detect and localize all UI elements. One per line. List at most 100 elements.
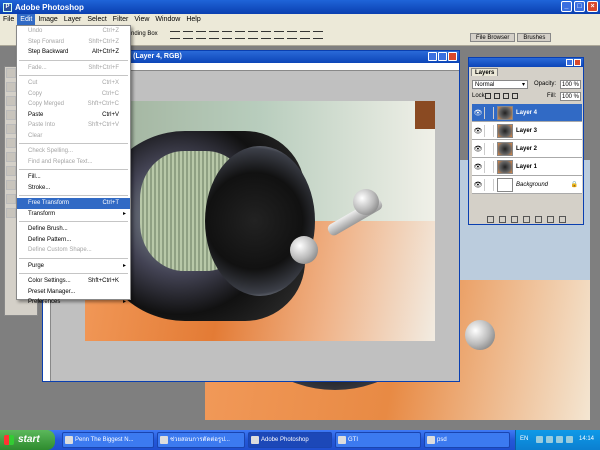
lock-pixels-icon[interactable] [494,93,500,99]
align-icon[interactable] [170,31,180,39]
layer-link-icon[interactable] [484,106,494,119]
link-icon[interactable] [486,215,494,223]
menu-item-cut[interactable]: Cut Ctrl+X [17,78,130,89]
tray-app-icon[interactable] [546,436,553,443]
blur-tool-icon[interactable] [6,152,16,162]
trash-icon[interactable] [558,215,566,223]
lasso-tool-icon[interactable] [6,82,16,92]
menu-item-fade[interactable]: Fade... Shft+Ctrl+F [17,63,130,74]
bounding-box-label[interactable]: nding Box [131,31,158,37]
layer-row[interactable]: 👁 Layer 4 [472,104,582,122]
stamp-tool-icon[interactable] [6,124,16,134]
eye-icon[interactable]: 👁 [472,163,484,171]
crop-tool-icon[interactable] [6,96,16,106]
layer-link-icon[interactable] [484,160,494,173]
eye-icon[interactable]: 👁 [472,181,484,189]
menu-item-paste[interactable]: Paste Ctrl+V [17,110,130,121]
blend-mode-select[interactable]: Normal ▾ [472,80,528,89]
fill-input[interactable]: 100 % [560,92,581,101]
distribute-icon[interactable] [274,31,284,39]
marquee-tool-icon[interactable] [6,68,16,78]
lock-position-icon[interactable] [503,93,509,99]
hand-tool-icon[interactable] [6,208,16,218]
menu-help[interactable]: Help [183,14,203,26]
taskbar-button-psd[interactable]: psd [424,432,510,448]
tray-app-icon[interactable] [566,436,573,443]
taskbar-button-tutorial[interactable]: ช่วยสอนการตัดต่อรูป... [157,432,245,448]
menu-item-step-backward[interactable]: Step Backward Alt+Ctrl+Z [17,47,130,58]
close-button[interactable]: × [587,1,598,12]
doc-minimize-button[interactable] [428,52,437,61]
layer-link-icon[interactable] [484,178,494,191]
distribute-icon[interactable] [287,31,297,39]
layer-row[interactable]: 👁 Background 🔒 [472,176,582,194]
distribute-icon[interactable] [248,31,258,39]
distribute-icon[interactable] [261,31,271,39]
tray-app-icon[interactable] [536,436,543,443]
menu-item-define-custom-shape[interactable]: Define Custom Shape... [17,245,130,256]
layer-style-icon[interactable] [498,215,506,223]
maximize-button[interactable]: □ [574,1,585,12]
menu-item-undo[interactable]: Undo Ctrl+Z [17,26,130,37]
tray-app-icon[interactable] [556,436,563,443]
opacity-input[interactable]: 100 % [560,80,581,89]
menu-item-step-forward[interactable]: Step Forward Shft+Ctrl+Z [17,37,130,48]
folder-icon[interactable] [522,215,530,223]
adjustment-layer-icon[interactable] [534,215,542,223]
align-icon[interactable] [222,31,232,39]
menu-item-fill[interactable]: Fill... [17,172,130,183]
eye-icon[interactable]: 👁 [472,127,484,135]
language-indicator[interactable]: EN [520,436,528,442]
palette-close-button[interactable] [574,59,581,66]
menu-item-clear[interactable]: Clear [17,131,130,142]
start-button[interactable]: start [0,430,55,450]
eraser-tool-icon[interactable] [6,138,16,148]
doc-close-button[interactable] [448,52,457,61]
menu-item-check-spelling[interactable]: Check Spelling... [17,146,130,157]
new-layer-icon[interactable] [546,215,554,223]
menu-item-preset-manager[interactable]: Preset Manager... [17,287,130,298]
app-titlebar[interactable]: P Adobe Photoshop _ □ × [0,0,600,14]
menu-item-purge[interactable]: Purge ▸ [17,261,130,272]
lock-all-icon[interactable] [512,93,518,99]
layer-link-icon[interactable] [484,124,494,137]
menu-item-copy[interactable]: Copy Ctrl+C [17,89,130,100]
menu-item-define-brush[interactable]: Define Brush... [17,224,130,235]
path-select-tool-icon[interactable] [6,166,16,176]
layer-row[interactable]: 👁 Layer 1 [472,158,582,176]
minimize-button[interactable]: _ [561,1,572,12]
menu-item-define-pattern[interactable]: Define Pattern... [17,235,130,246]
lock-transparency-icon[interactable] [485,93,491,99]
menu-item-find-and-replace-text[interactable]: Find and Replace Text... [17,157,130,168]
tab-layers[interactable]: Layers [471,68,499,76]
menu-item-color-settings[interactable]: Color Settings... Shft+Ctrl+K [17,276,130,287]
notes-tool-icon[interactable] [6,194,16,204]
taskbar-button-photoshop[interactable]: Adobe Photoshop [248,432,332,448]
align-icon[interactable] [235,31,245,39]
menu-item-stroke[interactable]: Stroke... [17,183,130,194]
menu-item-preferences[interactable]: Preferences ▸ [17,297,130,308]
align-icon[interactable] [209,31,219,39]
pen-tool-icon[interactable] [6,180,16,190]
distribute-icon[interactable] [300,31,310,39]
menu-item-transform[interactable]: Transform ▸ [17,209,130,220]
distribute-icon[interactable] [313,31,323,39]
layer-row[interactable]: 👁 Layer 2 [472,140,582,158]
taskbar-button-gti[interactable]: GTI [335,432,421,448]
tab-brushes[interactable]: Brushes [517,33,552,42]
taskbar-button-penn[interactable]: Penn The Biggest N... [62,432,154,448]
menu-item-copy-merged[interactable]: Copy Merged Shft+Ctrl+C [17,99,130,110]
doc-maximize-button[interactable] [438,52,447,61]
layer-link-icon[interactable] [484,142,494,155]
tab-file-browser[interactable]: File Browser [470,33,516,42]
eye-icon[interactable]: 👁 [472,109,484,117]
document-canvas[interactable] [85,101,435,341]
menu-view[interactable]: View [131,14,152,26]
menu-item-paste-into[interactable]: Paste Into Shft+Ctrl+V [17,120,130,131]
layer-row[interactable]: 👁 Layer 3 [472,122,582,140]
palette-minimize-button[interactable] [566,59,573,66]
eye-icon[interactable]: 👁 [472,145,484,153]
healing-tool-icon[interactable] [6,110,16,120]
align-icon[interactable] [183,31,193,39]
menu-window[interactable]: Window [152,14,183,26]
